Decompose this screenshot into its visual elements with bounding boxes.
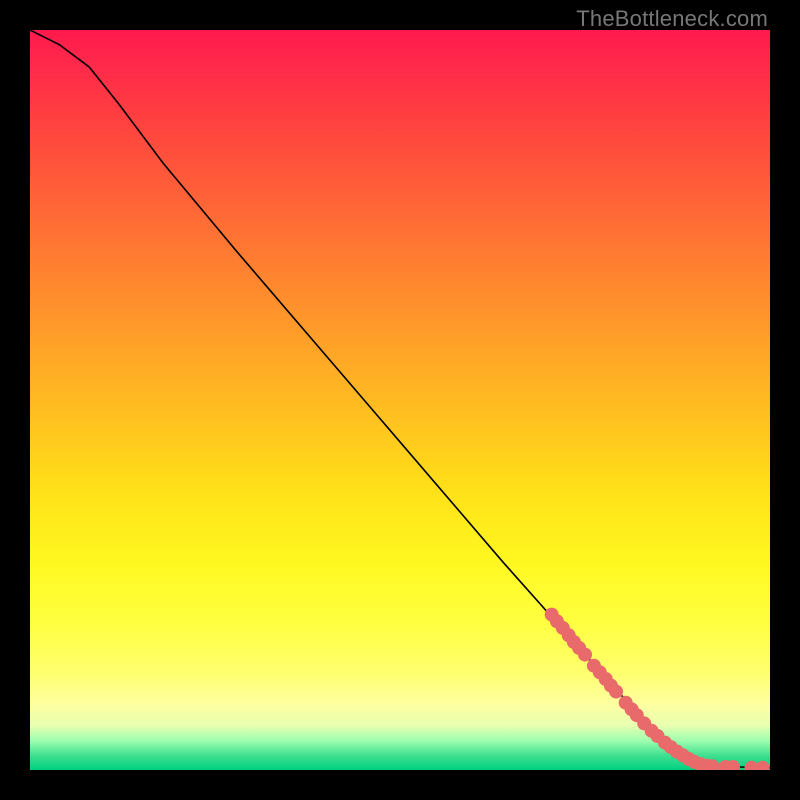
data-marker — [609, 685, 623, 699]
data-marker — [578, 648, 592, 662]
data-marker — [756, 761, 770, 770]
marker-group — [545, 608, 770, 770]
chart-svg — [30, 30, 770, 770]
bottleneck-curve — [30, 30, 770, 768]
watermark-text: TheBottleneck.com — [576, 6, 768, 32]
